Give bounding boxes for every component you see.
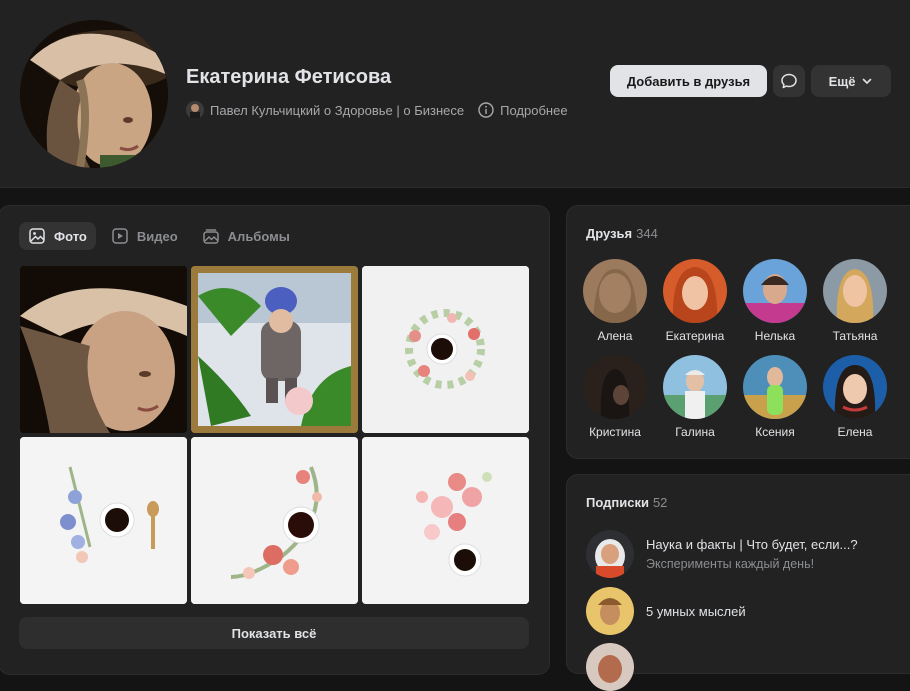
subscriptions-title-text: Подписки: [586, 495, 649, 510]
tab-video[interactable]: Видео: [102, 222, 187, 250]
photo-thumbnail[interactable]: [20, 437, 187, 604]
tab-photo-label: Фото: [54, 228, 87, 244]
friend-item[interactable]: Ксения: [735, 355, 815, 439]
friends-block: Друзья 344 Алена Екатерина Нелька Татьяна…: [566, 205, 910, 459]
message-icon: [781, 73, 797, 89]
tab-albums-label: Альбомы: [227, 228, 290, 244]
friend-avatar: [743, 355, 807, 419]
details-link[interactable]: Подробнее: [500, 103, 567, 118]
friend-item[interactable]: Галина: [655, 355, 735, 439]
friends-count: 344: [636, 226, 658, 241]
albums-icon: [202, 229, 219, 244]
friend-item[interactable]: Екатерина: [655, 259, 735, 343]
friend-name: Елена: [837, 425, 873, 439]
profile-avatar[interactable]: [20, 20, 168, 168]
friends-title-text: Друзья: [586, 226, 633, 241]
profile-name: Екатерина Фетисова: [186, 66, 392, 88]
photo-thumbnail[interactable]: [191, 437, 358, 604]
tab-video-label: Видео: [136, 228, 178, 244]
more-label: Ещё: [828, 73, 856, 89]
image-icon: [29, 228, 45, 244]
status-text[interactable]: Павел Кульчицкий о Здоровье | о Бизнесе: [210, 103, 464, 118]
friend-item[interactable]: Кристина: [575, 355, 655, 439]
subscription-subtitle: Эксперименты каждый день!: [646, 557, 815, 571]
subscription-avatar: [586, 530, 634, 578]
subscriptions-title[interactable]: Подписки 52: [586, 495, 667, 510]
status-app-icon: [186, 101, 204, 119]
subscription-avatar: [586, 643, 634, 691]
photo-thumbnail[interactable]: [191, 266, 358, 433]
subscription-title: Наука и факты | Что будет, если...?: [646, 537, 858, 552]
friends-title[interactable]: Друзья 344: [586, 226, 658, 241]
photo-thumbnail[interactable]: [20, 266, 187, 433]
friend-item[interactable]: Алена: [575, 259, 655, 343]
subscription-item[interactable]: Наука и факты | Что будет, если...? Эксп…: [586, 530, 858, 578]
friend-name: Ксения: [755, 425, 795, 439]
media-tabs: Фото Видео Альбомы: [19, 222, 299, 250]
friend-item[interactable]: Елена: [815, 355, 895, 439]
friend-avatar: [583, 355, 647, 419]
friend-avatar: [663, 355, 727, 419]
media-block: Фото Видео Альбомы Показать всё: [0, 205, 550, 675]
subscriptions-block: Подписки 52 Наука и факты | Что будет, ес…: [566, 474, 910, 691]
friend-avatar: [743, 259, 807, 323]
friend-item[interactable]: Нелька: [735, 259, 815, 343]
subscription-item[interactable]: 5 умных мыслей: [586, 587, 746, 635]
friend-avatar: [583, 259, 647, 323]
photo-thumbnail[interactable]: [362, 266, 529, 433]
message-button[interactable]: [773, 65, 805, 97]
friend-name: Татьяна: [832, 329, 878, 343]
info-icon: [478, 102, 494, 118]
friend-avatar: [823, 259, 887, 323]
photo-thumbnail[interactable]: [362, 437, 529, 604]
friend-name: Екатерина: [665, 329, 725, 343]
profile-status: Павел Кульчицкий о Здоровье | о Бизнесе …: [186, 101, 568, 119]
friend-avatar: [663, 259, 727, 323]
friend-item[interactable]: Татьяна: [815, 259, 895, 343]
tab-albums[interactable]: Альбомы: [193, 222, 299, 250]
chevron-down-icon: [863, 78, 872, 84]
show-all-button[interactable]: Показать всё: [19, 617, 529, 649]
tab-photo[interactable]: Фото: [19, 222, 96, 250]
friend-name: Алена: [597, 329, 633, 343]
add-friend-button[interactable]: Добавить в друзья: [610, 65, 767, 97]
friend-name: Нелька: [754, 329, 796, 343]
subscription-title: 5 умных мыслей: [646, 603, 746, 619]
friend-name: Галина: [675, 425, 715, 439]
friend-name: Кристина: [589, 425, 641, 439]
video-icon: [112, 228, 128, 244]
friend-avatar: [823, 355, 887, 419]
more-button[interactable]: Ещё: [811, 65, 891, 97]
subscriptions-count: 52: [652, 495, 668, 510]
subscription-item[interactable]: [586, 643, 634, 691]
subscription-avatar: [586, 587, 634, 635]
